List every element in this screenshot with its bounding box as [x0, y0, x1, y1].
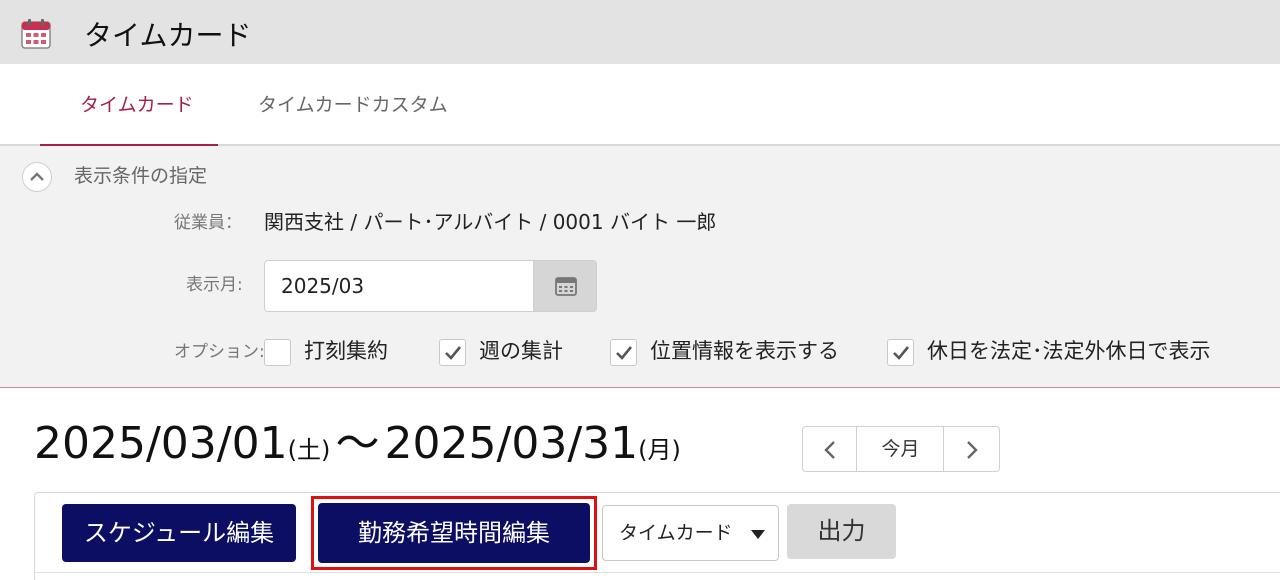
option-label-location: 位置情報を表示する — [650, 339, 839, 363]
month-pager: 今月 — [802, 426, 1000, 472]
range-end-date: 2025/03/31 — [384, 418, 639, 469]
filter-title: 表示条件の指定 — [74, 165, 208, 187]
month-label: 表示月: — [186, 275, 243, 295]
employee-value: 関西支社 / パート･アルバイト / 0001 バイト 一郎 — [264, 210, 717, 234]
this-month-button[interactable]: 今月 — [858, 427, 944, 471]
check-icon — [445, 346, 462, 360]
view-select[interactable]: タイムカード — [602, 505, 779, 561]
check-icon — [616, 346, 633, 360]
options-label: オプション: — [174, 342, 265, 362]
output-button[interactable]: 出力 — [787, 504, 896, 559]
tab-bar: タイムカード タイムカードカスタム — [0, 64, 1280, 146]
previous-month-button[interactable] — [803, 427, 857, 471]
month-picker-button[interactable] — [533, 260, 597, 312]
schedule-edit-button[interactable]: スケジュール編集 — [62, 504, 296, 562]
range-separator: 〜 — [335, 418, 380, 469]
option-checkbox-stamp-summary[interactable] — [264, 339, 291, 366]
next-month-button[interactable] — [945, 427, 1001, 471]
check-icon — [893, 346, 910, 360]
panel-divider — [34, 572, 1280, 573]
range-start-date: 2025/03/01 — [34, 418, 288, 469]
calendar-icon — [20, 18, 52, 50]
page-title: タイムカード — [84, 19, 252, 52]
collapse-button[interactable] — [22, 162, 52, 192]
option-label-weekly-total: 週の集計 — [479, 339, 563, 363]
chevron-up-icon — [30, 172, 44, 181]
range-start-weekday: (土) — [287, 436, 331, 464]
month-input[interactable] — [264, 260, 534, 312]
tab-timecard-custom[interactable]: タイムカードカスタム — [258, 92, 448, 118]
view-select-value: タイムカード — [619, 522, 733, 544]
option-label-holiday-type: 休日を法定･法定外休日で表示 — [927, 339, 1211, 363]
preferred-hours-edit-button[interactable]: 勤務希望時間編集 — [318, 503, 590, 563]
calendar-icon — [555, 277, 577, 296]
chevron-left-icon — [824, 441, 835, 459]
filter-panel: 表示条件の指定 従業員： 関西支社 / パート･アルバイト / 0001 バイト… — [0, 146, 1280, 388]
tab-timecard[interactable]: タイムカード — [80, 92, 194, 118]
range-end-weekday: (月) — [638, 436, 681, 464]
option-checkbox-location[interactable] — [610, 339, 637, 366]
option-checkbox-holiday-type[interactable] — [887, 339, 914, 366]
chevron-right-icon — [967, 441, 978, 459]
date-range-heading: 2025/03/01(土) 〜 2025/03/31(月) — [34, 414, 681, 474]
title-bar: タイムカード — [0, 0, 1280, 64]
employee-label: 従業員： — [174, 213, 242, 233]
caret-down-icon — [751, 530, 765, 539]
option-checkbox-weekly-total[interactable] — [439, 339, 466, 366]
option-label-stamp-summary: 打刻集約 — [304, 339, 388, 363]
